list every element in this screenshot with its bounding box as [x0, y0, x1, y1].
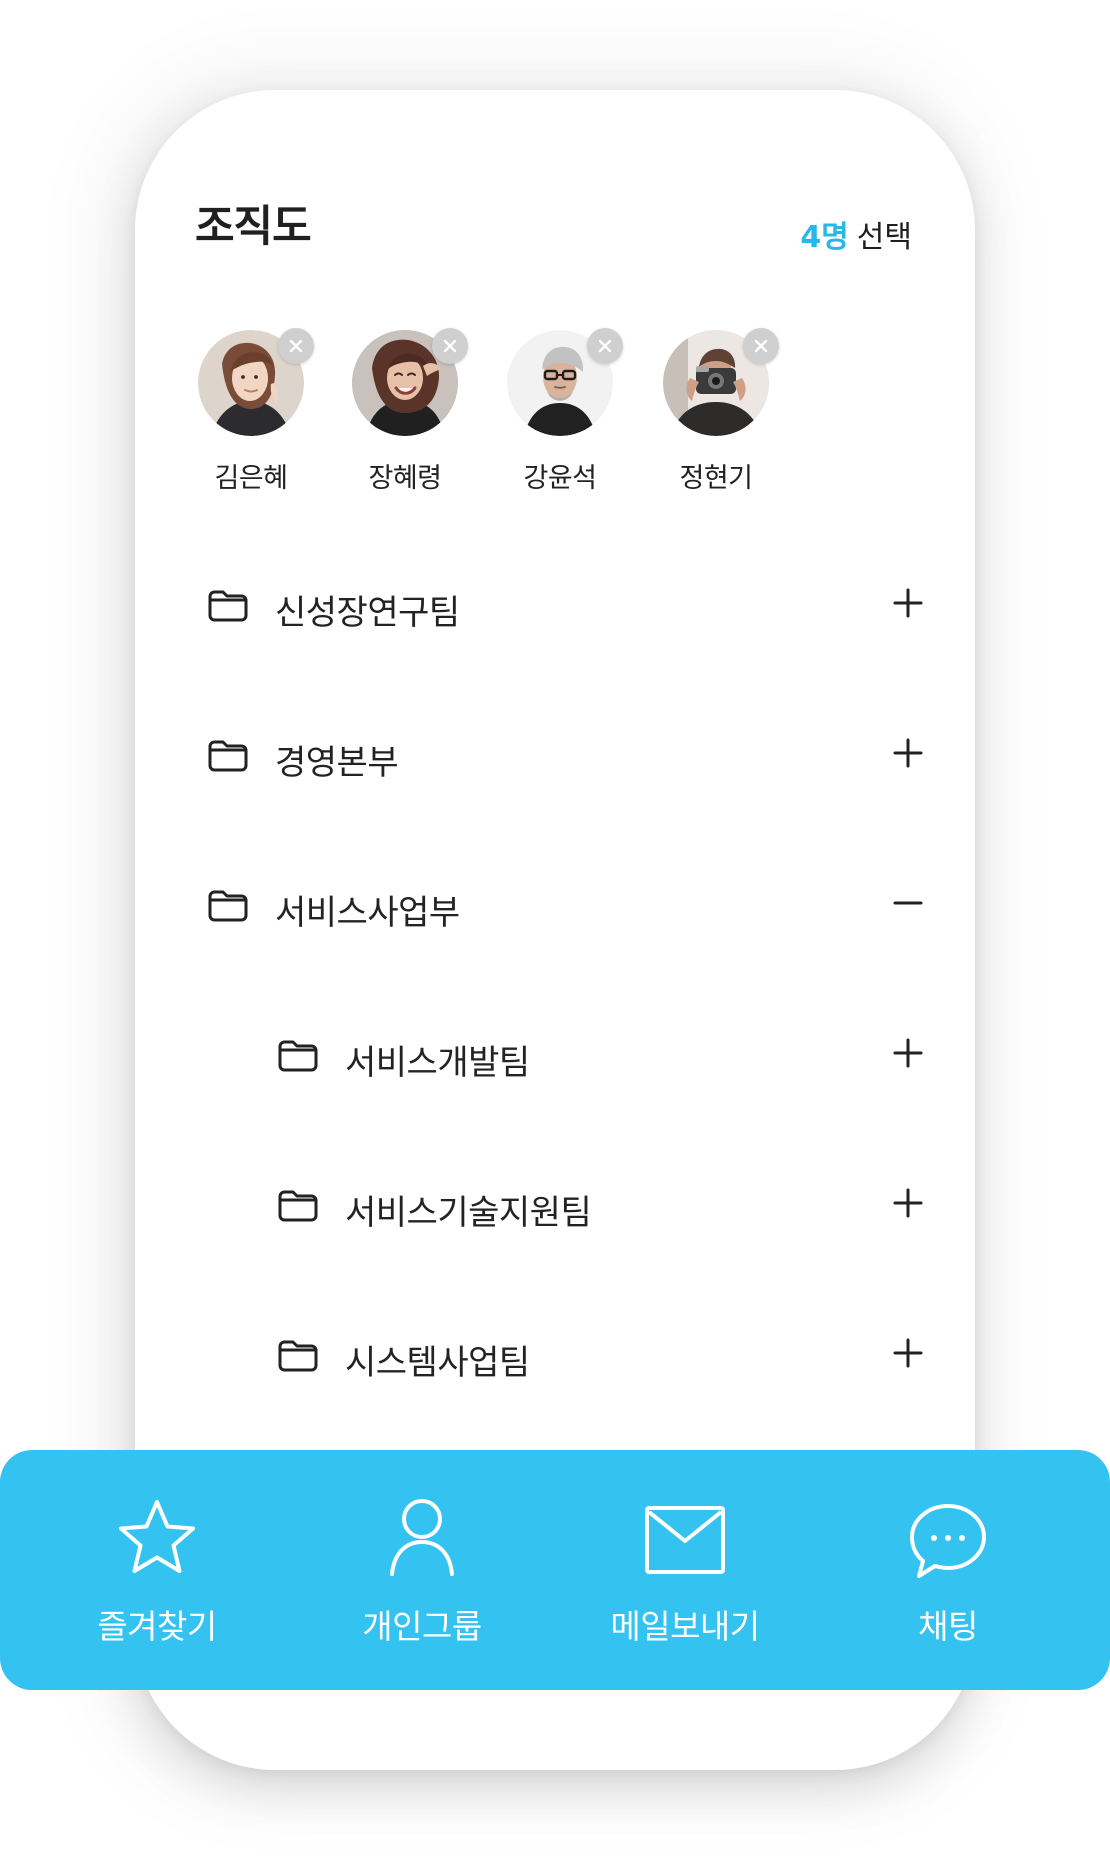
- selected-user-2: 강윤석: [490, 328, 630, 495]
- org-label: 신성장연구팀: [275, 593, 460, 633]
- avatar-container: [198, 328, 314, 436]
- plus-icon[interactable]: [891, 736, 925, 770]
- folder-icon: [277, 1338, 319, 1374]
- plus-icon[interactable]: [891, 1036, 925, 1070]
- close-icon: [443, 339, 457, 353]
- remove-selected-user-button[interactable]: [278, 328, 314, 364]
- org-row-shinseongjang-research-team[interactable]: 신성장연구팀: [195, 568, 925, 646]
- selection-summary: 4명 선택: [800, 212, 912, 256]
- nav-personal-group[interactable]: 개인그룹: [312, 1492, 532, 1648]
- plus-icon[interactable]: [891, 586, 925, 620]
- org-row-service-development-team[interactable]: 서비스개발팀: [265, 1018, 925, 1096]
- plus-icon[interactable]: [891, 1186, 925, 1220]
- nav-label: 채팅: [918, 1607, 978, 1646]
- org-row-management-division[interactable]: 경영본부: [195, 718, 925, 796]
- folder-icon: [277, 1038, 319, 1074]
- minus-icon[interactable]: [891, 886, 925, 920]
- org-label: 시스템사업팀: [345, 1343, 530, 1383]
- selected-label: 선택: [856, 220, 912, 255]
- selected-user-3: 정현기: [646, 328, 786, 495]
- org-label: 서비스기술지원팀: [345, 1193, 592, 1233]
- nav-label: 개인그룹: [362, 1607, 482, 1646]
- bottom-navigation: 즐겨찾기 개인그룹 메일보내기 채팅: [0, 1450, 1110, 1690]
- org-row-system-business-team[interactable]: 시스템사업팀: [265, 1318, 925, 1396]
- selected-user-1: 장혜령: [335, 328, 475, 495]
- nav-favorites[interactable]: 즐겨찾기: [47, 1492, 267, 1648]
- nav-label: 즐겨찾기: [97, 1607, 217, 1646]
- close-icon: [598, 339, 612, 353]
- avatar-container: [663, 328, 779, 436]
- nav-send-mail[interactable]: 메일보내기: [575, 1492, 795, 1648]
- remove-selected-user-button[interactable]: [743, 328, 779, 364]
- avatar-container: [507, 328, 623, 436]
- remove-selected-user-button[interactable]: [587, 328, 623, 364]
- org-row-service-business-division[interactable]: 서비스사업부: [195, 868, 925, 946]
- person-icon: [374, 1492, 470, 1588]
- nav-label: 메일보내기: [610, 1607, 760, 1646]
- plus-icon[interactable]: [891, 1336, 925, 1370]
- page-title: 조직도: [195, 202, 312, 252]
- folder-icon: [207, 888, 249, 924]
- selected-count: 4명: [800, 220, 849, 255]
- org-label: 서비스개발팀: [345, 1043, 530, 1083]
- close-icon: [754, 339, 768, 353]
- org-label: 경영본부: [275, 743, 399, 783]
- nav-chat[interactable]: 채팅: [838, 1492, 1058, 1648]
- selected-user-0: 김은혜: [181, 328, 321, 495]
- avatar-container: [352, 328, 468, 436]
- mail-icon: [637, 1492, 733, 1588]
- folder-icon: [277, 1188, 319, 1224]
- folder-icon: [207, 738, 249, 774]
- selected-user-name: 강윤석: [523, 463, 597, 494]
- folder-icon: [207, 588, 249, 624]
- chat-icon: [900, 1492, 996, 1588]
- close-icon: [289, 339, 303, 353]
- selected-user-name: 김은혜: [214, 463, 288, 494]
- selected-user-name: 정현기: [679, 463, 753, 494]
- star-icon: [109, 1492, 205, 1588]
- org-label: 서비스사업부: [275, 893, 460, 933]
- selected-user-name: 장혜령: [368, 463, 442, 494]
- remove-selected-user-button[interactable]: [432, 328, 468, 364]
- org-row-service-technical-support-team[interactable]: 서비스기술지원팀: [265, 1168, 925, 1246]
